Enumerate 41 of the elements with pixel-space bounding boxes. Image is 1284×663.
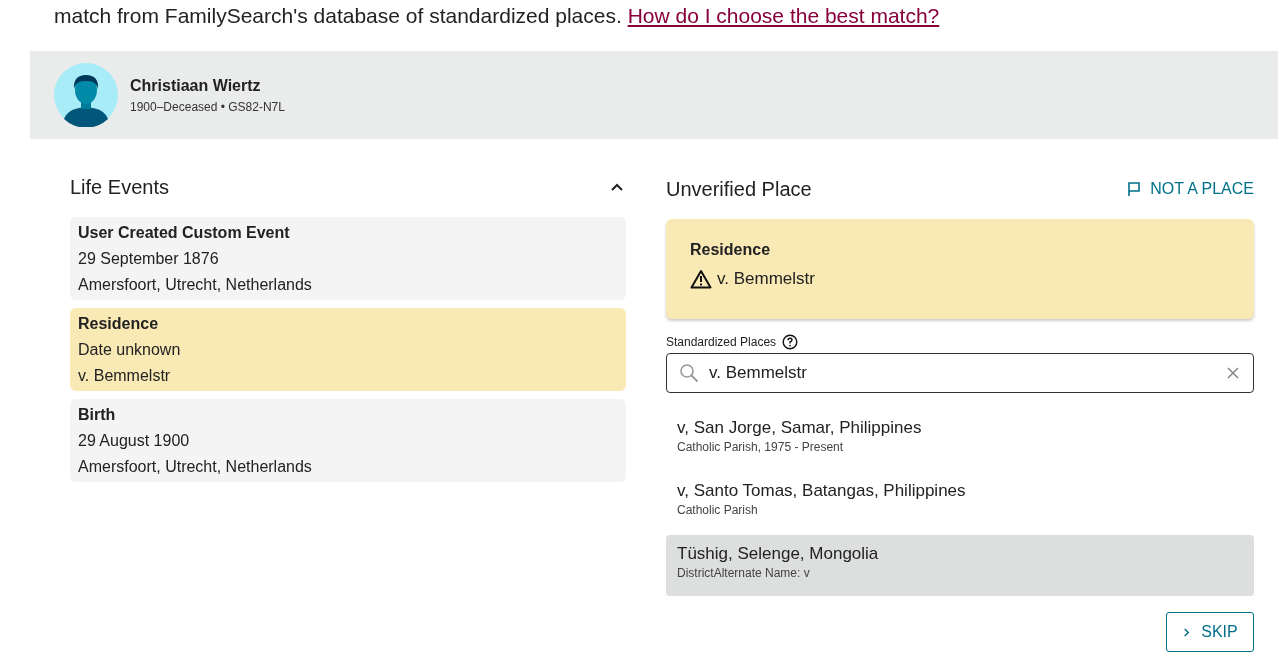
event-date: 29 September 1876 [78,249,220,268]
chevron-icon [1182,626,1192,638]
event-card[interactable]: User Created Custom Event 29 September 1876 Amersfoort, Utrecht, Netherlands [70,217,626,300]
event-place: Amersfoort, Utrecht, Netherlands [78,457,313,476]
field-label: Standardized Places [666,335,777,349]
event-place: v. Bemmelstr [78,366,172,385]
event-date: Date unknown [78,340,182,359]
intro-text: match from FamilySearch's database of standardized places. How do I choose the best match? [53,3,941,29]
result-name: Tüshig, Selenge, Mongolia [677,544,880,564]
close-icon[interactable] [1227,367,1239,379]
event-card[interactable]: Residence Date unknown v. Bemmelstr [70,308,626,391]
help-link[interactable]: How do I choose the best match? [627,4,940,27]
event-date: 29 August 1900 [78,431,191,450]
section-title: Life Events [70,175,169,199]
event-place: Amersfoort, Utrecht, Netherlands [78,275,313,294]
event-title: Residence [78,314,160,333]
section-title: Unverified Place [666,177,812,201]
event-title: User Created Custom Event [78,223,291,242]
place-result[interactable]: Tüshig, Selenge, Mongolia DistrictAlternate Name: v [666,535,1254,596]
search-icon [679,363,699,383]
field-value: v. Bemmelstr [709,363,807,383]
place-result[interactable]: v, Santo Tomas, Batangas, Philippines Catholic Parish [666,472,1254,533]
result-detail: Catholic Parish, 1975 - Present [677,440,845,454]
flag-icon [1126,181,1143,197]
place-result[interactable]: v, San Jorge, Samar, Philippines Catholic Parish, 1975 - Present [666,409,1254,470]
event-title: Residence [690,241,772,259]
event-title: Birth [78,405,117,424]
result-detail: DistrictAlternate Name: v [677,566,811,580]
person-name: Christiaan Wiertz [130,76,262,95]
help-icon[interactable] [782,334,799,350]
search-field[interactable]: v. Bemmelstr [666,353,1254,393]
person-details: 1900–Deceased • GS82-N7L [130,99,285,114]
skip-button[interactable]: SKIP [1166,612,1254,652]
result-name: v, San Jorge, Samar, Philippines [677,418,923,438]
result-detail: Catholic Parish [677,503,759,517]
not-a-place-button[interactable]: NOT A PLACE [1126,180,1254,198]
place-name: v. Bemmelstr [717,269,815,289]
result-name: v, Santo Tomas, Batangas, Philippines [677,481,967,501]
event-card[interactable]: Birth 29 August 1900 Amersfoort, Utrecht, Netherlands [70,399,626,482]
avatar-icon [54,63,118,127]
warning-icon [690,269,712,289]
